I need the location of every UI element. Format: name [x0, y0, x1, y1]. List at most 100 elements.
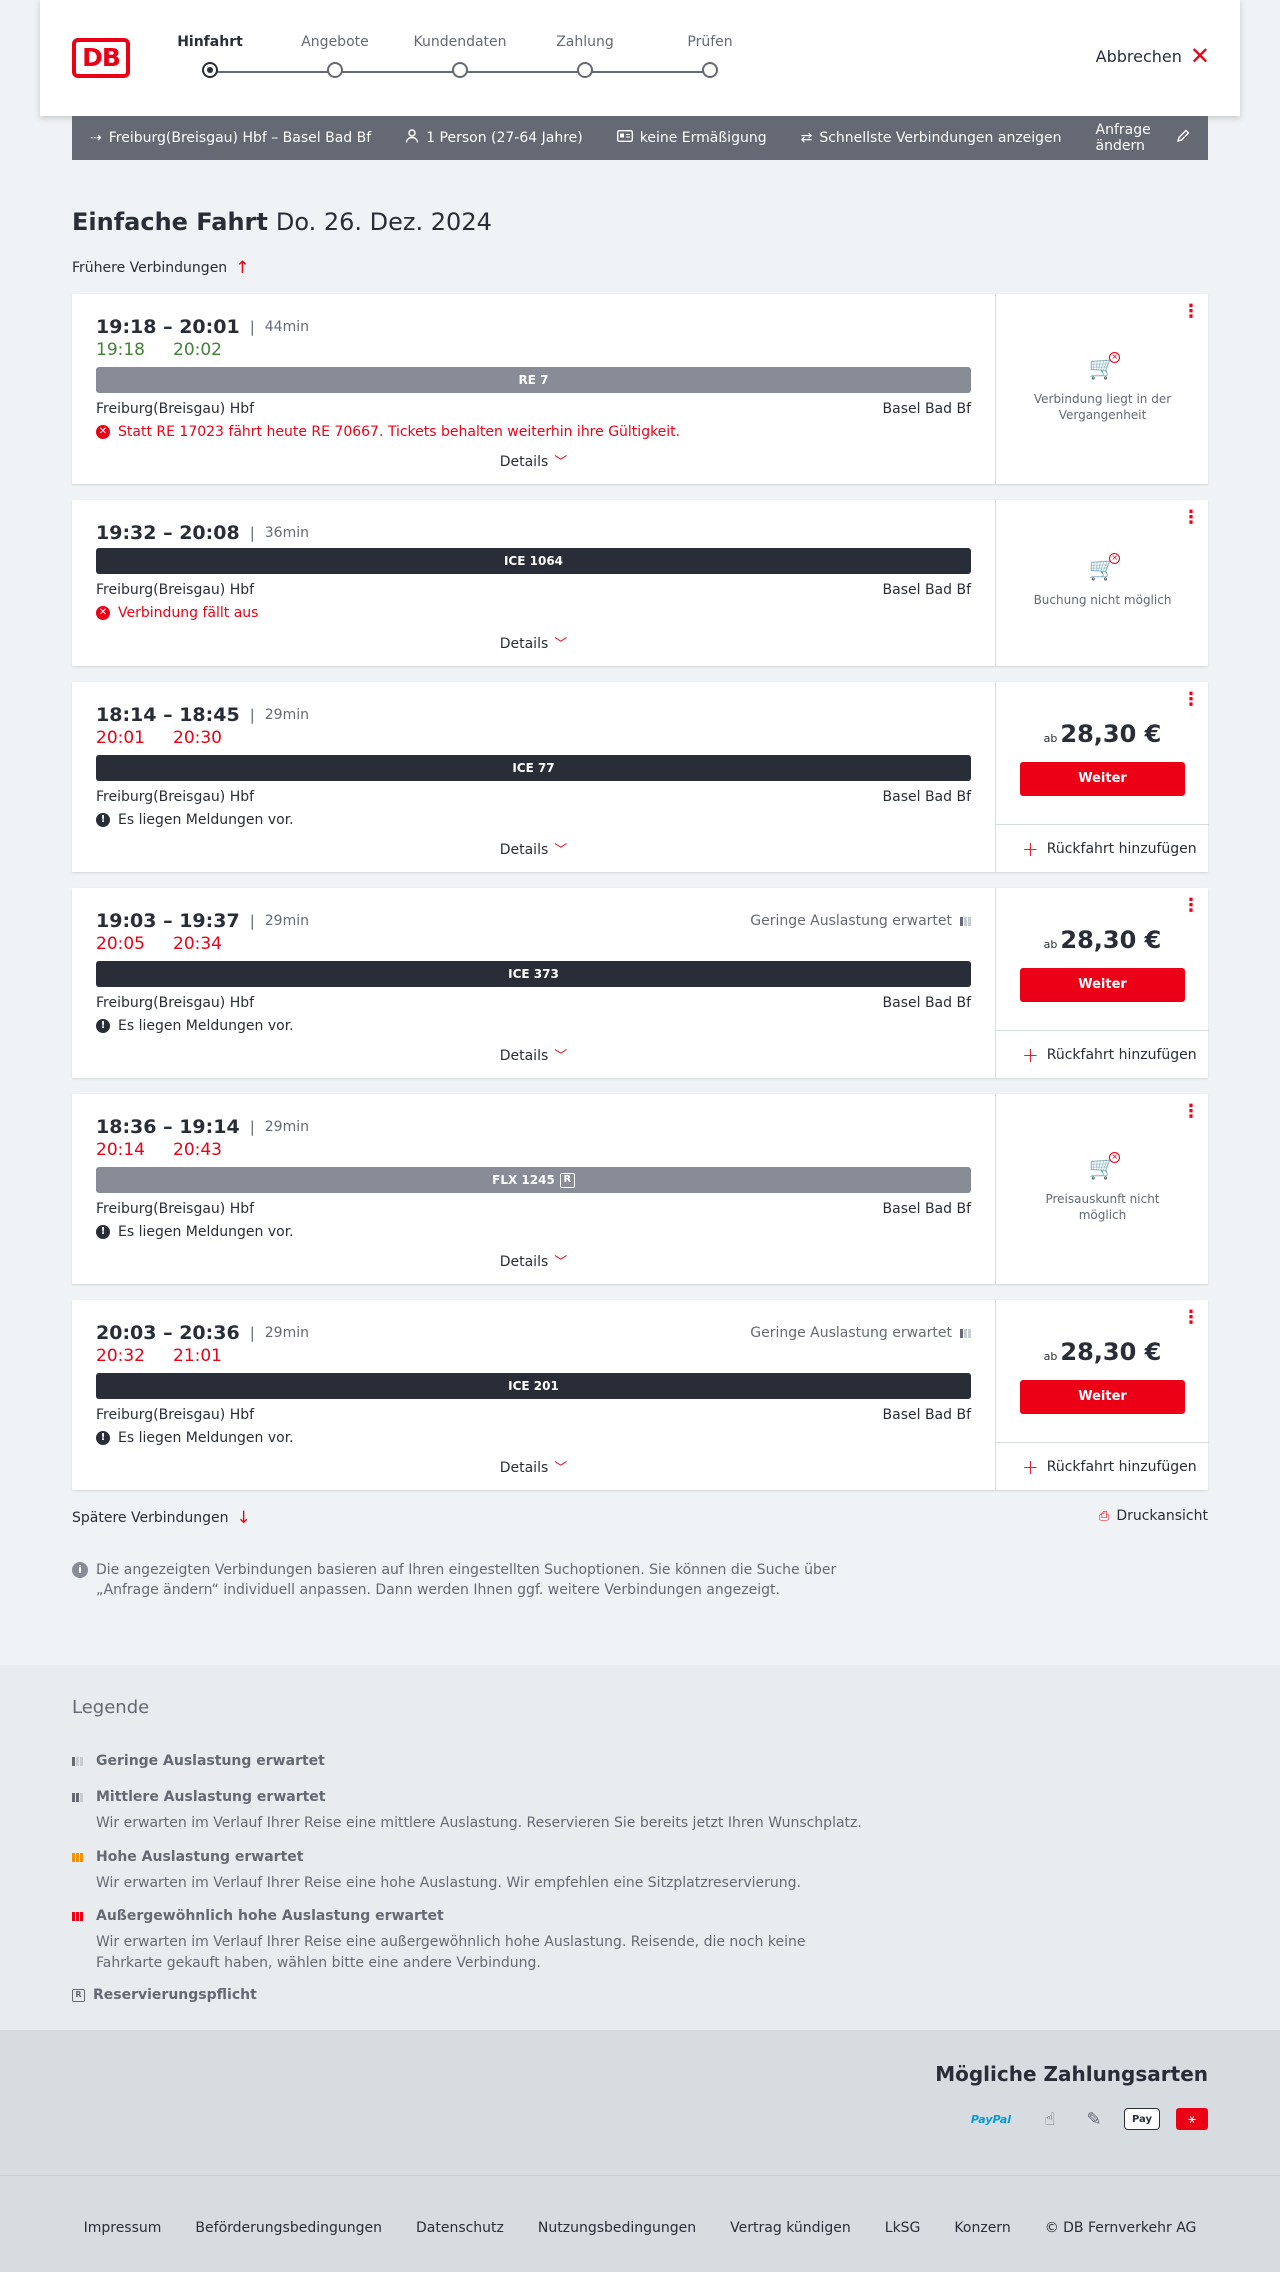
footer-link-impressum[interactable]: Impressum: [84, 2220, 162, 2236]
cancel-button[interactable]: Abbrechen ✕: [1096, 42, 1210, 70]
planned-times: 20:03 – 20:36: [96, 1322, 240, 1344]
footer-link-lksg[interactable]: LkSG: [885, 2220, 921, 2236]
origin-station: Freiburg(Breisgau) Hbf: [96, 995, 255, 1011]
unavailable-info: 🛒 × Preisauskunft nicht möglich: [996, 1152, 1209, 1223]
destination-station: Basel Bad Bf: [882, 401, 971, 417]
connection-times: 18:14 – 18:45 | 29min: [96, 704, 309, 726]
connection-main: 19:03 – 19:37 | 29min Geringe Auslastung e…: [72, 888, 995, 1078]
legend-title: Legende: [72, 1697, 150, 1718]
train-name: FLX 1245: [492, 1173, 555, 1187]
train-bar[interactable]: FLX 1245 R: [96, 1167, 971, 1193]
error-icon: ✕: [96, 425, 110, 439]
arrow-right-icon: ⇢: [90, 130, 102, 146]
card-icon: [616, 129, 633, 146]
occupancy-medium-icon: [72, 1792, 88, 1802]
step-label: Zahlung: [556, 34, 614, 50]
step-kundendaten: Kundendaten: [400, 34, 520, 78]
duration: 44min: [264, 319, 309, 335]
footer-link-terms[interactable]: Nutzungsbedingungen: [538, 2220, 696, 2236]
step-dot: [577, 62, 593, 78]
step-pruefen: Prüfen: [650, 34, 770, 78]
add-return-button[interactable]: + Rückfahrt hinzufügen: [996, 1442, 1209, 1490]
footer: Impressum Beförderungsbedingungen Datens…: [0, 2175, 1280, 2272]
db-logo[interactable]: DB: [72, 38, 130, 78]
more-options-icon[interactable]: ⋮: [1182, 303, 1200, 321]
connection-card[interactable]: 20:03 – 20:36 | 29min Geringe Auslastung e…: [72, 1300, 1209, 1490]
notice-message: ! Es liegen Meldungen vor.: [96, 1224, 294, 1240]
destination-station: Basel Bad Bf: [882, 995, 971, 1011]
details-toggle[interactable]: Details ﹀: [72, 839, 995, 858]
continue-button[interactable]: Weiter: [1020, 968, 1185, 1002]
connection-times: 19:32 – 20:08 | 36min: [96, 522, 309, 544]
plus-icon: +: [1022, 1042, 1039, 1067]
train-bar[interactable]: ICE 77: [96, 755, 971, 781]
train-bar[interactable]: RE 7: [96, 367, 971, 393]
realtime-departure: 19:18: [96, 340, 145, 360]
duration: 29min: [264, 1119, 309, 1135]
footer-link-konzern[interactable]: Konzern: [954, 2220, 1010, 2236]
details-label: Details: [499, 842, 549, 858]
connection-card[interactable]: 19:32 – 20:08 | 36min ICE 1064 Freiburg(Br…: [72, 500, 1208, 666]
details-toggle[interactable]: Details ﹀: [72, 451, 995, 470]
progress-stepper: Hinfahrt Angebote Kundendaten Zahlung Pr…: [177, 34, 770, 84]
continue-button[interactable]: Weiter: [1020, 762, 1185, 796]
add-return-label: Rückfahrt hinzufügen: [1046, 1046, 1197, 1063]
footer-link-privacy[interactable]: Datenschutz: [416, 2220, 504, 2236]
details-toggle[interactable]: Details ﹀: [72, 633, 995, 652]
details-toggle[interactable]: Details ﹀: [72, 1457, 995, 1476]
arrow-up-icon: ↑: [235, 258, 250, 278]
earlier-connections-link[interactable]: Frühere Verbindungen ↑: [72, 258, 249, 278]
fastest-label: Schnellste Verbindungen anzeigen: [819, 130, 1062, 146]
trip-date: Do. 26. Dez. 2024: [275, 208, 492, 236]
add-return-button[interactable]: + Rückfahrt hinzufügen: [996, 824, 1209, 872]
connection-card[interactable]: 19:18 – 20:01 | 44min 19:18 20:02 RE 7 Fre…: [72, 294, 1208, 484]
price: ab 28,30 €: [996, 1338, 1209, 1366]
destination-station: Basel Bad Bf: [882, 1407, 971, 1423]
more-options-icon[interactable]: ⋮: [1182, 1309, 1200, 1327]
route-summary[interactable]: ⇢ Freiburg(Breisgau) Hbf – Basel Bad Bf: [90, 130, 371, 146]
connection-card[interactable]: 18:36 – 19:14 | 29min 20:14 20:43 FLX 1245…: [72, 1094, 1208, 1284]
fastest-connections-toggle[interactable]: ⇄ Schnellste Verbindungen anzeigen: [801, 130, 1062, 146]
planned-times: 18:14 – 18:45: [96, 704, 240, 726]
later-connections-link[interactable]: Spätere Verbindungen ↓: [72, 1508, 251, 1528]
connection-card[interactable]: 18:14 – 18:45 | 29min 20:01 20:30 ICE 77 F…: [72, 682, 1209, 872]
realtime-arrival: 20:43: [173, 1140, 222, 1160]
details-toggle[interactable]: Details ﹀: [72, 1045, 995, 1064]
plus-icon: +: [1022, 1454, 1039, 1479]
footer-links: Impressum Beförderungsbedingungen Datens…: [0, 2220, 1280, 2236]
occupancy-high-icon: [72, 1852, 88, 1862]
more-options-icon[interactable]: ⋮: [1182, 509, 1200, 527]
footer-link-conditions[interactable]: Beförderungsbedingungen: [195, 2220, 382, 2236]
unavailable-text: Preisauskunft nicht möglich: [1045, 1192, 1160, 1222]
passengers-summary[interactable]: 1 Person (27-64 Jahre): [405, 129, 583, 147]
step-hinfahrt[interactable]: Hinfahrt: [150, 34, 270, 78]
footer-link-cancel-contract[interactable]: Vertrag kündigen: [730, 2220, 851, 2236]
more-options-icon[interactable]: ⋮: [1182, 897, 1200, 915]
legend-item-very-high: Außergewöhnlich hohe Auslastung erwartet…: [72, 1908, 872, 1974]
more-options-icon[interactable]: ⋮: [1182, 691, 1200, 709]
duration: 29min: [264, 1325, 309, 1341]
train-name: ICE 77: [512, 761, 555, 775]
search-summary-bar: ⇢ Freiburg(Breisgau) Hbf – Basel Bad Bf …: [72, 116, 1208, 160]
more-options-icon[interactable]: ⋮: [1182, 1103, 1200, 1121]
route-label: Freiburg(Breisgau) Hbf – Basel Bad Bf: [108, 130, 372, 146]
train-bar[interactable]: ICE 1064: [96, 548, 971, 574]
add-return-label: Rückfahrt hinzufügen: [1046, 840, 1197, 857]
paypal-icon: PayPal: [962, 2107, 1020, 2131]
discount-summary[interactable]: keine Ermäßigung: [616, 129, 767, 146]
apple-pay-label: Pay: [1131, 2113, 1153, 2125]
train-bar[interactable]: ICE 373: [96, 961, 971, 987]
close-icon: ✕: [1189, 42, 1210, 70]
realtime-times: 20:01 20:30: [96, 728, 222, 748]
details-toggle[interactable]: Details ﹀: [72, 1251, 995, 1270]
offer-panel: ⋮ 🛒 × Buchung nicht möglich: [995, 500, 1208, 666]
step-label: Prüfen: [687, 34, 733, 50]
continue-button[interactable]: Weiter: [1020, 1380, 1185, 1414]
print-view-link[interactable]: ⎙ Druckansicht: [1099, 1508, 1208, 1524]
connection-card[interactable]: 19:03 – 19:37 | 29min Geringe Auslastung e…: [72, 888, 1209, 1078]
train-bar[interactable]: ICE 201: [96, 1373, 971, 1399]
add-return-button[interactable]: + Rückfahrt hinzufügen: [996, 1030, 1209, 1078]
occupancy-low-icon: [960, 916, 971, 926]
step-label: Kundendaten: [413, 34, 507, 50]
change-request-button[interactable]: Anfrage ändern: [1096, 122, 1190, 154]
